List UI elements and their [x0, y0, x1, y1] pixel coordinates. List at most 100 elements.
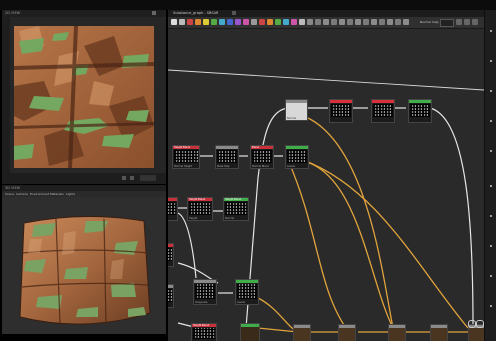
toolbar-icon[interactable]: [339, 19, 345, 25]
menu-materials[interactable]: Materials: [50, 192, 64, 196]
node-label: Levels: [237, 301, 245, 304]
properties-icon[interactable]: [490, 90, 492, 92]
menu-camera[interactable]: Camera: [16, 192, 28, 196]
node-thumbnail: [410, 104, 430, 117]
toolbar-icon[interactable]: [379, 19, 385, 25]
toolbar-icon[interactable]: [179, 19, 185, 25]
graph-node[interactable]: [408, 99, 432, 123]
toolbar-icon[interactable]: [363, 19, 369, 25]
node-header: [330, 100, 352, 103]
toolbar-icon[interactable]: [347, 19, 353, 25]
properties-icon[interactable]: [490, 30, 492, 32]
graph-node[interactable]: [168, 197, 178, 221]
toolbar-icon[interactable]: [219, 19, 225, 25]
graph-canvas[interactable]: Normal Height Blend Normal Height Mask M…: [168, 28, 484, 341]
toolbar-icon[interactable]: [395, 19, 401, 25]
toolbar-icon[interactable]: [275, 19, 281, 25]
graph-node[interactable]: Blend Normal Blend: [250, 145, 274, 169]
properties-icon[interactable]: [490, 120, 492, 122]
graph-node[interactable]: [168, 284, 174, 308]
graph-node[interactable]: [430, 324, 448, 341]
node-header: [372, 100, 394, 103]
view-mode-dropdown[interactable]: [440, 19, 454, 27]
properties-icon[interactable]: [490, 275, 492, 277]
menu-scene[interactable]: Scene: [5, 192, 14, 196]
toolbar-icon[interactable]: [187, 19, 193, 25]
mesh-preview-3d: [16, 213, 152, 331]
toolbar-icon[interactable]: [456, 19, 462, 25]
toolbar-icon[interactable]: [464, 19, 470, 25]
graph-node[interactable]: [293, 324, 311, 341]
properties-icon[interactable]: [490, 245, 492, 247]
frame-icon[interactable]: [476, 320, 484, 328]
toolbar-icon[interactable]: [299, 19, 305, 25]
viewport-2d-label: 2D VIEW: [5, 11, 21, 15]
toolbar-icon[interactable]: [259, 19, 265, 25]
toolbar-icon[interactable]: [403, 19, 409, 25]
graph-node[interactable]: Height Blend Normal: [223, 197, 249, 221]
node-header: [194, 280, 216, 283]
toolbar-icon[interactable]: [203, 19, 209, 25]
toolbar-icon[interactable]: [235, 19, 241, 25]
toolbar-icon[interactable]: [227, 19, 233, 25]
toolbar-icon[interactable]: [472, 19, 478, 25]
toolbar-icon[interactable]: [195, 19, 201, 25]
graph-node[interactable]: Height Blend Normal Height: [172, 145, 200, 169]
graph-node[interactable]: [338, 324, 356, 341]
toolbar-icon[interactable]: [307, 19, 313, 25]
properties-icon[interactable]: [490, 60, 492, 62]
toolbar-icon[interactable]: [331, 19, 337, 25]
node-title: Blend: [252, 145, 260, 149]
graph-window: Substance_graph - SBSAR Normal map Norma…: [168, 10, 484, 341]
menu-environment[interactable]: Environment: [30, 192, 49, 196]
graph-node[interactable]: Levels: [235, 279, 259, 305]
graph-node[interactable]: [329, 99, 353, 123]
node-header: [431, 325, 447, 328]
graph-node[interactable]: Mask Map: [215, 145, 239, 169]
properties-icon[interactable]: [490, 305, 492, 307]
node-label: Mask Map: [217, 165, 230, 168]
graph-title: Substance_graph - SBSAR: [173, 11, 219, 15]
graph-node[interactable]: Grayscale: [193, 279, 217, 305]
toolbar-icon[interactable]: [291, 19, 297, 25]
node-thumbnail: [189, 202, 211, 215]
properties-icon[interactable]: [490, 215, 492, 217]
menu-lights[interactable]: Lights: [66, 192, 75, 196]
toolbar-icon[interactable]: [251, 19, 257, 25]
graph-node[interactable]: Height Blend: [191, 323, 217, 341]
toolbar-icon[interactable]: [323, 19, 329, 25]
pin-icon[interactable]: [152, 11, 156, 15]
graph-node[interactable]: [240, 323, 260, 341]
properties-icon[interactable]: [490, 150, 492, 152]
node-header: [168, 198, 177, 201]
graph-node[interactable]: Normal: [285, 99, 308, 121]
viewport-2d-footer-icon[interactable]: [130, 176, 134, 180]
toolbar-icon[interactable]: [267, 19, 273, 25]
toolbar-icon[interactable]: [355, 19, 361, 25]
toolbar-icon[interactable]: [371, 19, 377, 25]
close-tab-icon[interactable]: [232, 11, 236, 15]
node-header: [339, 325, 355, 328]
node-header: [409, 100, 431, 103]
toolbar-icon[interactable]: [243, 19, 249, 25]
graph-node[interactable]: [168, 243, 174, 267]
node-thumbnail: [168, 289, 172, 302]
graph-node[interactable]: [388, 324, 406, 341]
frame-icon[interactable]: [468, 320, 476, 328]
node-thumbnail: [193, 328, 215, 339]
toolbar-icon[interactable]: [315, 19, 321, 25]
properties-icon[interactable]: [490, 185, 492, 187]
node-header: [286, 146, 308, 149]
viewport-2d-footer: [2, 173, 166, 184]
node-label: Normal Blend: [252, 165, 269, 168]
viewport-2d-footer-icon[interactable]: [122, 176, 126, 180]
viewport-2d-zoom-field[interactable]: [140, 175, 156, 181]
node-label: Grayscale: [195, 301, 208, 304]
toolbar-icon[interactable]: [283, 19, 289, 25]
graph-node[interactable]: Levels: [285, 145, 309, 169]
toolbar-icon[interactable]: [211, 19, 217, 25]
toolbar-icon[interactable]: [171, 19, 177, 25]
graph-node[interactable]: [371, 99, 395, 123]
toolbar-icon[interactable]: [387, 19, 393, 25]
graph-node[interactable]: Height Blend Height: [187, 197, 213, 221]
